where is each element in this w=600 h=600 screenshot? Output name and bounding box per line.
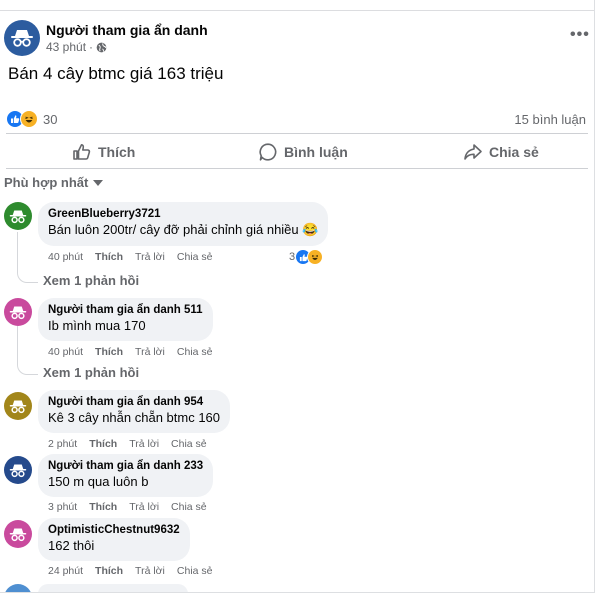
post-card: Người tham gia ẩn danh 43 phút · ••• Bán… <box>0 0 595 593</box>
post-author[interactable]: Người tham gia ẩn danh <box>46 22 208 38</box>
reply-thread-line <box>17 232 38 283</box>
anonymous-icon <box>9 210 27 223</box>
comment-time[interactable]: 3 phút <box>48 501 77 513</box>
comment-avatar[interactable] <box>4 584 32 592</box>
comment-avatar[interactable] <box>4 520 32 548</box>
haha-reaction-icon <box>307 249 324 265</box>
post-text: Bán 4 cây btmc giá 163 triệu <box>8 64 224 83</box>
comment-avatar[interactable] <box>4 202 32 230</box>
comment-author[interactable]: OptimisticChestnut9632 <box>48 524 180 536</box>
anonymous-icon <box>9 464 27 477</box>
comment-time[interactable]: 40 phút <box>48 251 83 263</box>
comment-like-button[interactable]: Thích <box>89 501 117 513</box>
reaction-count: 30 <box>43 111 58 127</box>
comment-text: 162 thôi <box>48 538 95 553</box>
comment-actions: 24 phút Thích Trả lời Chia sẻ <box>48 565 213 577</box>
comment-share-button[interactable]: Chia sẻ <box>177 565 213 577</box>
comment-time[interactable]: 2 phút <box>48 438 77 450</box>
comment-share-button[interactable]: Chia sẻ <box>177 251 213 263</box>
like-label: Thích <box>98 144 136 160</box>
share-label: Chia sẻ <box>489 144 539 160</box>
comment-share-button[interactable]: Chia sẻ <box>171 438 207 450</box>
comment-reply-button[interactable]: Trả lời <box>135 565 165 577</box>
comment-text: Ib mình mua 170 <box>48 318 146 333</box>
comment-reply-button[interactable]: Trả lời <box>135 251 165 263</box>
comment-time[interactable]: 40 phút <box>48 346 83 358</box>
comment-share-button[interactable]: Chia sẻ <box>177 346 213 358</box>
comment-text: 150 m qua luôn b <box>48 474 149 489</box>
comment-avatar[interactable] <box>4 392 32 420</box>
comment-icon <box>259 143 277 161</box>
comment-actions: 2 phút Thích Trả lời Chia sẻ <box>48 438 207 450</box>
top-divider <box>0 10 594 11</box>
comment-reply-button[interactable]: Trả lời <box>129 501 159 513</box>
comment-like-button[interactable]: Thích <box>95 251 123 263</box>
comment-like-button[interactable]: Thích <box>95 565 123 577</box>
comment-actions: 40 phút Thích Trả lời Chia sẻ <box>48 251 213 263</box>
comment-time[interactable]: 24 phút <box>48 565 83 577</box>
comment-actions: 40 phút Thích Trả lời Chia sẻ <box>48 346 213 358</box>
comment-bubble: Người tham gia ẩn danh 954 Kê 3 cây nhẫn… <box>38 390 231 433</box>
post-meta: 43 phút · <box>46 40 107 54</box>
anonymous-icon <box>11 30 33 47</box>
comment-reply-button[interactable]: Trả lời <box>135 346 165 358</box>
comment-button[interactable]: Bình luận <box>258 142 348 162</box>
author-avatar[interactable] <box>4 20 40 56</box>
comment-reaction-summary[interactable]: 3 <box>289 249 324 265</box>
chevron-down-icon <box>93 179 104 186</box>
divider <box>6 133 588 134</box>
comment-label: Bình luận <box>284 144 348 160</box>
comment-bubble: Người tham gia ẩn danh 511 Ib mình mua 1… <box>38 298 213 341</box>
comment-author[interactable]: Người tham gia ẩn danh 511 <box>48 304 203 316</box>
sort-dropdown[interactable]: Phù hợp nhất <box>4 175 104 190</box>
reaction-summary[interactable]: 30 <box>6 110 57 128</box>
anonymous-icon <box>9 306 27 319</box>
comment-bubble <box>38 584 188 592</box>
comment-actions: 3 phút Thích Trả lời Chia sẻ <box>48 501 207 513</box>
comment-text: Bán luôn 200tr/ cây đỡ phải chỉnh giá nh… <box>48 222 319 237</box>
comment-author[interactable]: Người tham gia ẩn danh 954 <box>48 396 220 408</box>
comment-bubble: Người tham gia ẩn danh 233 150 m qua luô… <box>38 454 214 497</box>
comment-text: Kê 3 cây nhẫn chẵn btmc 160 <box>48 410 221 425</box>
comment-avatar[interactable] <box>4 456 32 484</box>
sort-label: Phù hợp nhất <box>4 175 89 190</box>
view-replies-link[interactable]: Xem 1 phản hồi <box>43 365 139 380</box>
comment-bubble: GreenBlueberry3721 Bán luôn 200tr/ cây đ… <box>38 202 329 246</box>
divider <box>6 168 588 169</box>
globe-icon <box>96 42 107 52</box>
anonymous-icon <box>9 528 27 541</box>
comment-bubble: OptimisticChestnut9632 162 thôi <box>38 518 190 561</box>
share-button[interactable]: Chia sẻ <box>463 142 539 162</box>
comment-author[interactable]: Người tham gia ẩn danh 233 <box>48 460 203 472</box>
comment-author[interactable]: GreenBlueberry3721 <box>48 208 318 220</box>
haha-reaction-icon <box>20 110 38 128</box>
thumbs-up-icon <box>73 144 91 160</box>
like-button[interactable]: Thích <box>72 142 135 162</box>
view-replies-link[interactable]: Xem 1 phản hồi <box>43 273 139 288</box>
share-icon <box>464 144 482 160</box>
comment-reply-button[interactable]: Trả lời <box>129 438 159 450</box>
reply-thread-line <box>17 326 38 375</box>
post-time[interactable]: 43 phút <box>46 40 86 54</box>
comment-like-button[interactable]: Thích <box>89 438 117 450</box>
meta-separator: · <box>89 40 94 54</box>
comment-count[interactable]: 15 bình luận <box>514 112 586 127</box>
more-options-button[interactable]: ••• <box>570 26 590 44</box>
comment-share-button[interactable]: Chia sẻ <box>171 501 207 513</box>
comment-like-button[interactable]: Thích <box>95 346 123 358</box>
comment-avatar[interactable] <box>4 298 32 326</box>
anonymous-icon <box>9 400 27 413</box>
